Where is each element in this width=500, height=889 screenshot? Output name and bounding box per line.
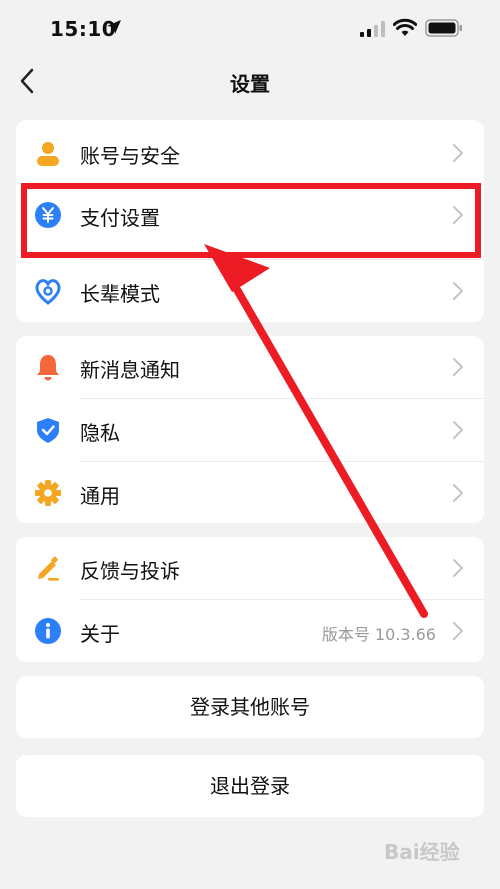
version-label: 版本号 10.3.66 <box>321 625 436 644</box>
row-general[interactable]: 通用 <box>16 462 484 523</box>
location-arrow-icon <box>107 20 121 34</box>
battery-icon <box>425 19 462 37</box>
row-label: 反馈与投诉 <box>80 559 180 583</box>
row-elder-mode[interactable]: 长辈模式 <box>16 260 484 322</box>
row-label: 长辈模式 <box>80 282 160 306</box>
row-label: 关于 <box>80 622 120 646</box>
bell-icon <box>37 355 59 381</box>
chevron-right-icon <box>453 484 464 502</box>
shield-icon <box>37 418 59 443</box>
nav-bar: 设置 <box>0 56 500 106</box>
row-label: 通用 <box>80 484 120 508</box>
person-icon <box>37 142 59 166</box>
row-label: 新消息通知 <box>80 358 180 382</box>
wifi-icon <box>393 18 417 36</box>
row-about[interactable]: 关于 版本号 10.3.66 <box>16 600 484 662</box>
switch-account-button[interactable]: 登录其他账号 <box>16 676 484 738</box>
status-bar: 15:10 <box>0 0 500 56</box>
row-account-security[interactable]: 账号与安全 <box>16 122 484 184</box>
chevron-right-icon <box>453 559 464 577</box>
gear-icon <box>35 480 61 506</box>
settings-group-about: 反馈与投诉 关于 版本号 10.3.66 <box>16 537 484 662</box>
row-feedback[interactable]: 反馈与投诉 <box>16 537 484 599</box>
cellular-signal-icon <box>360 21 385 37</box>
row-privacy[interactable]: 隐私 <box>16 399 484 461</box>
settings-group-general: 新消息通知 隐私 通用 <box>16 336 484 523</box>
chevron-right-icon <box>453 144 464 162</box>
logout-button[interactable]: 退出登录 <box>16 755 484 817</box>
heart-icon <box>35 279 61 305</box>
row-label: 账号与安全 <box>80 144 180 168</box>
row-notifications[interactable]: 新消息通知 <box>16 336 484 398</box>
chevron-right-icon <box>453 282 464 300</box>
row-label: 隐私 <box>80 421 120 445</box>
watermark: Bai经验 <box>384 840 460 864</box>
chevron-right-icon <box>453 421 464 439</box>
highlight-box <box>21 183 481 258</box>
info-icon <box>35 618 61 644</box>
chevron-right-icon <box>453 622 464 640</box>
chevron-right-icon <box>453 358 464 376</box>
page-title: 设置 <box>230 72 270 96</box>
pencil-icon <box>38 556 59 581</box>
